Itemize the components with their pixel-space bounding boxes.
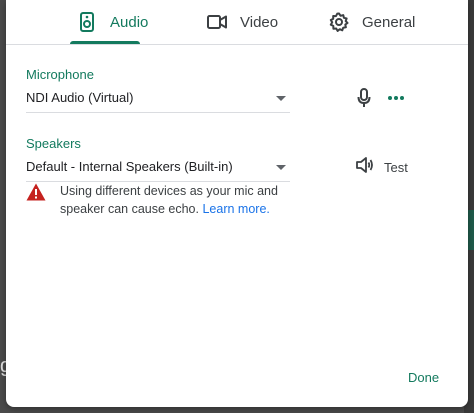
done-button[interactable]: Done	[402, 366, 445, 389]
active-tab-indicator	[70, 41, 140, 44]
warning-icon	[26, 183, 46, 201]
chevron-down-icon	[276, 165, 286, 170]
microphone-label: Microphone	[26, 67, 94, 82]
tab-audio[interactable]: Audio	[76, 0, 148, 44]
settings-tabs: Audio Video General	[6, 0, 468, 45]
tab-general-label: General	[362, 13, 416, 31]
gear-icon	[328, 11, 350, 33]
learn-more-link[interactable]: Learn more.	[202, 202, 269, 216]
tab-video[interactable]: Video	[206, 0, 278, 44]
test-label: Test	[384, 159, 408, 175]
video-camera-icon	[206, 11, 228, 33]
backdrop-accent-strip	[468, 210, 474, 250]
microphone-selected-value: NDI Audio (Virtual)	[26, 90, 134, 105]
more-options-icon[interactable]	[384, 86, 408, 110]
volume-icon	[356, 157, 376, 177]
microphone-select[interactable]: NDI Audio (Virtual)	[26, 86, 290, 113]
speakers-selected-value: Default - Internal Speakers (Built-in)	[26, 159, 233, 174]
speakers-select[interactable]: Default - Internal Speakers (Built-in)	[26, 155, 290, 182]
test-speakers-button[interactable]: Test	[356, 156, 408, 178]
warning-message: Using different devices as your mic and …	[60, 182, 296, 218]
tab-audio-label: Audio	[110, 13, 149, 31]
tab-video-label: Video	[240, 13, 279, 31]
tab-general[interactable]: General	[328, 0, 415, 44]
microphone-icon[interactable]	[352, 86, 376, 110]
settings-dialog: Audio Video General Microphone NDI Audio…	[6, 0, 468, 407]
speakers-label: Speakers	[26, 136, 81, 151]
speaker-device-icon	[76, 11, 98, 33]
chevron-down-icon	[276, 96, 286, 101]
